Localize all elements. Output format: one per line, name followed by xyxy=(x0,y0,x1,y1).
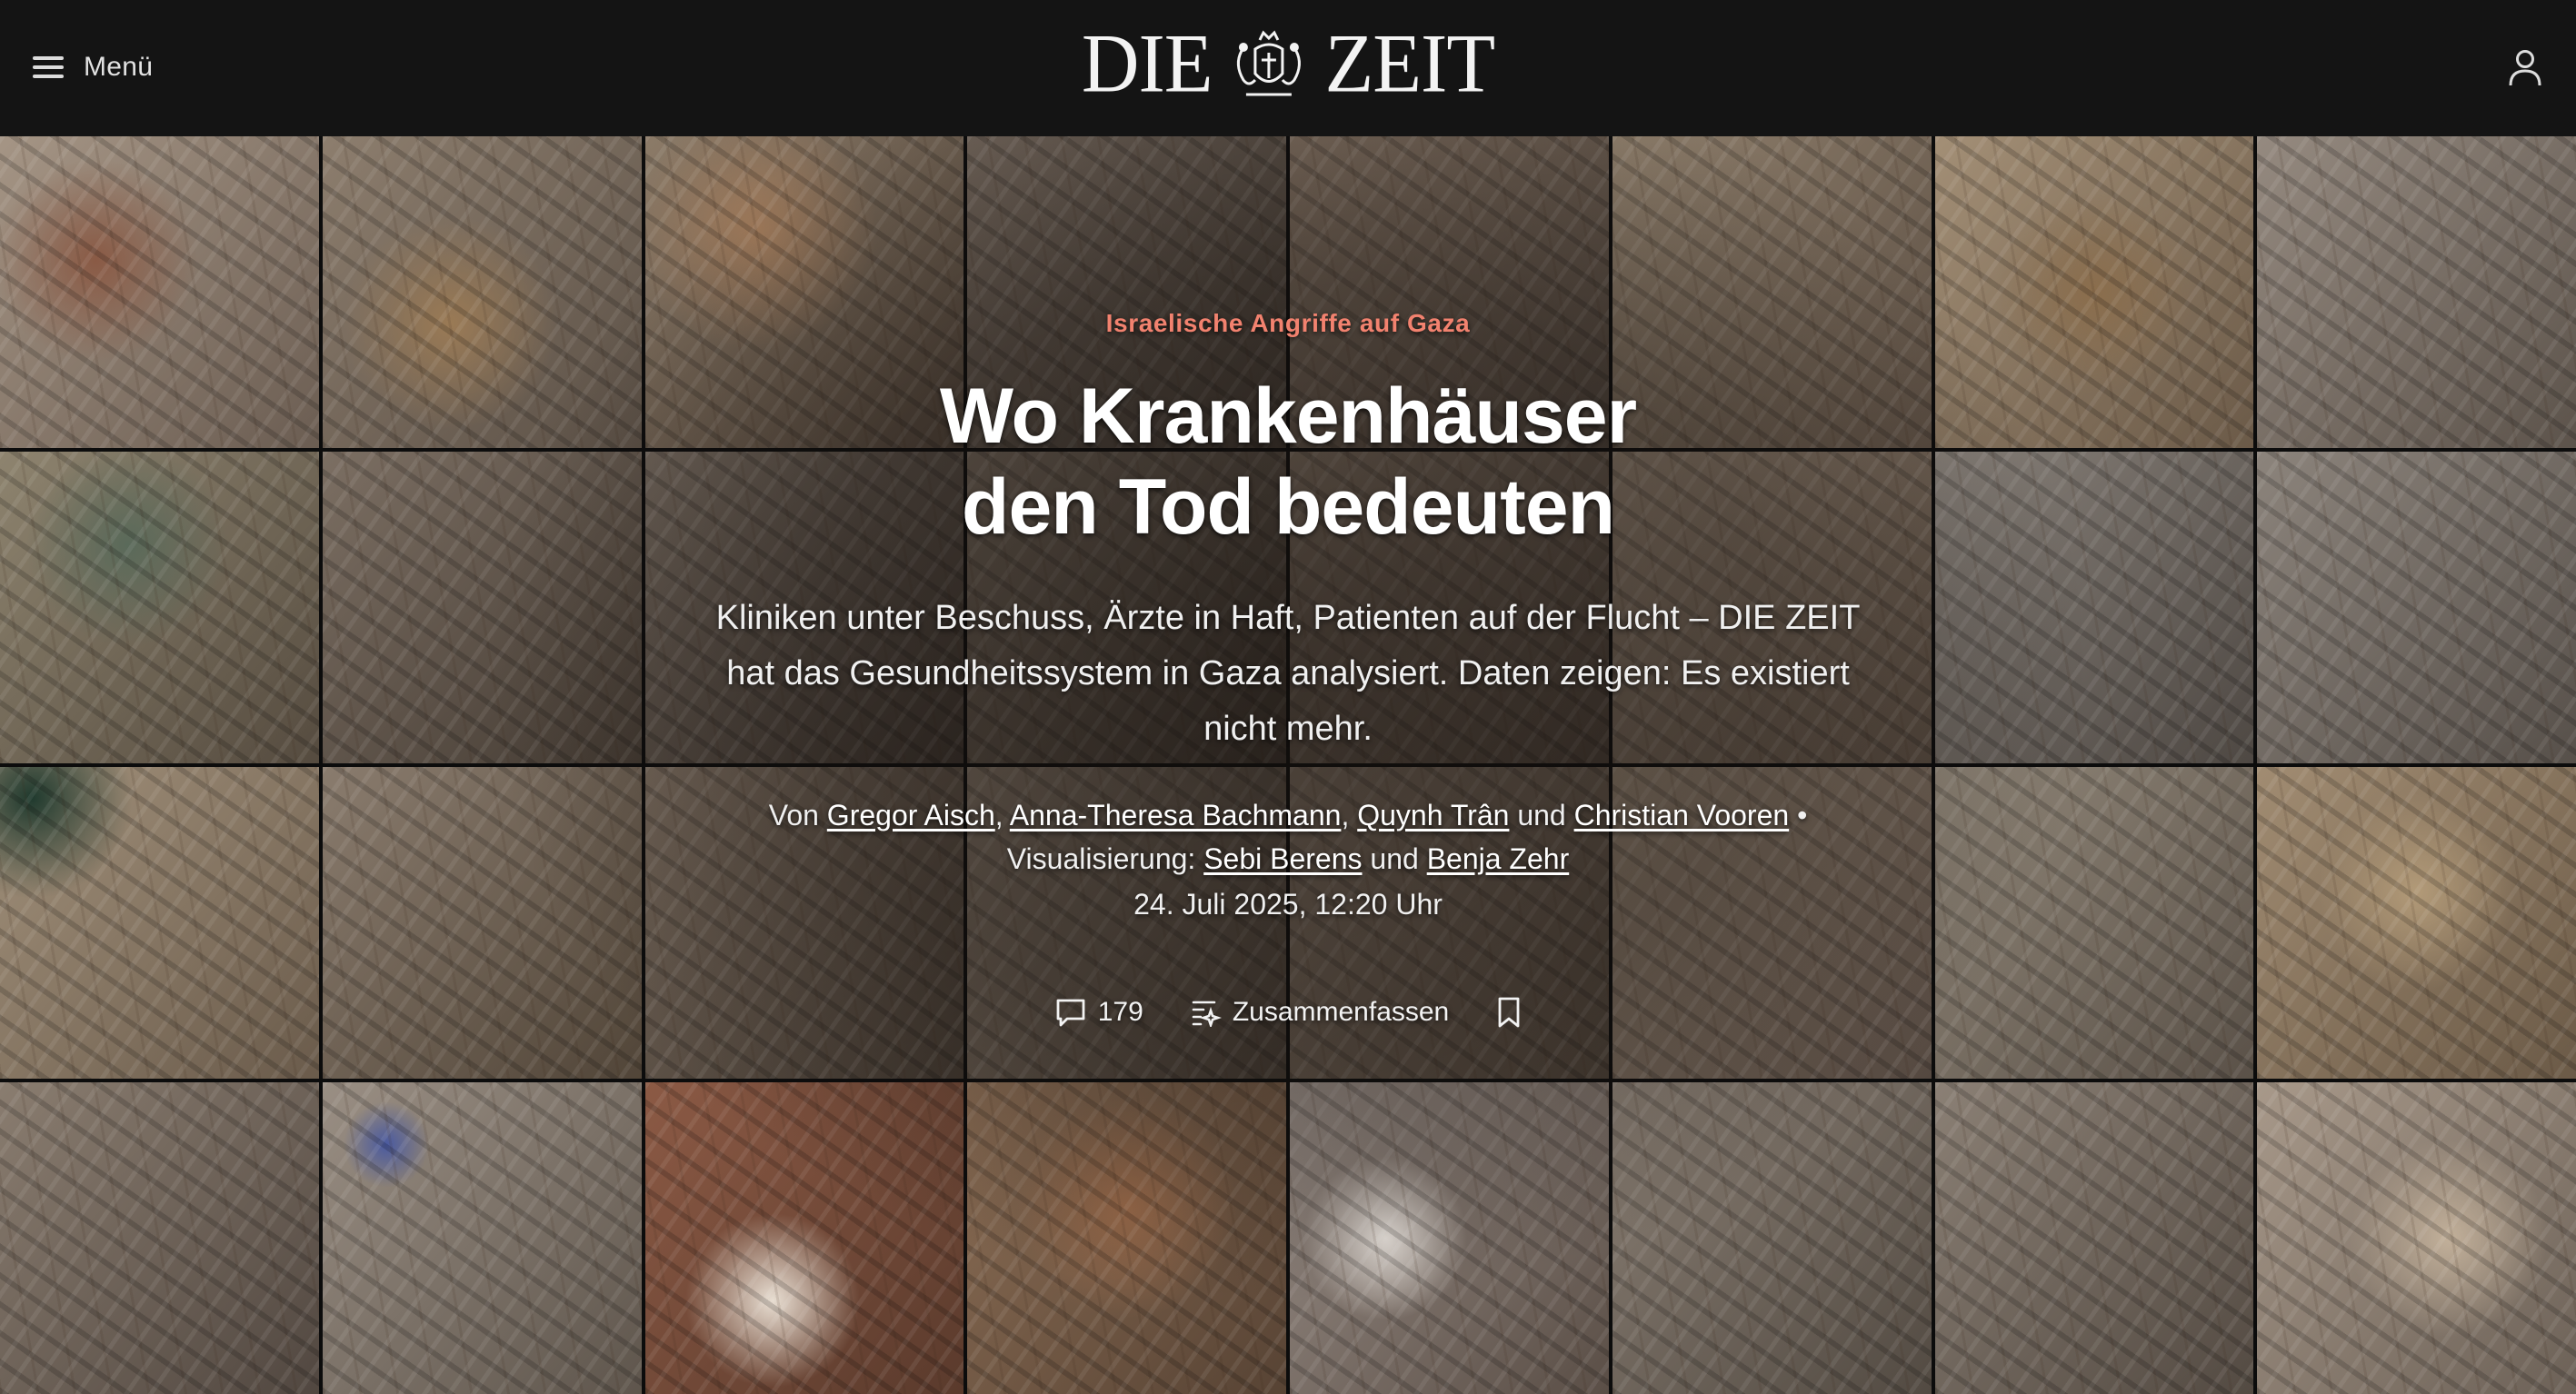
hamburger-icon xyxy=(33,55,64,80)
visualizer-link[interactable]: Benja Zehr xyxy=(1427,842,1570,875)
satellite-tile xyxy=(644,1082,964,1394)
satellite-tile xyxy=(0,767,319,1079)
satellite-tile xyxy=(967,1082,1286,1394)
satellite-tile xyxy=(1934,136,2254,448)
site-logo[interactable]: DIE ZEIT xyxy=(1081,17,1496,111)
menu-label: Menü xyxy=(84,52,154,82)
satellite-tile xyxy=(1934,767,2254,1079)
visualizers-line: Visualisierung: Sebi Berens und Benja Ze… xyxy=(1006,842,1570,875)
satellite-tile xyxy=(0,136,319,448)
comments-count: 179 xyxy=(1097,997,1143,1027)
article-lead: Kliniken unter Beschuss, Ärzte in Haft, … xyxy=(715,599,1861,748)
satellite-tile xyxy=(2257,767,2576,1079)
author-link[interactable]: Quynh Trân xyxy=(1357,799,1509,831)
summarize-icon xyxy=(1192,1001,1222,1027)
visualizer-link[interactable]: Sebi Berens xyxy=(1203,842,1362,875)
byline-prefix: Von xyxy=(768,799,819,831)
viz-prefix: Visualisierung: xyxy=(1006,842,1196,875)
satellite-tile xyxy=(1612,1082,1932,1394)
article-hero: Israelische Angriffe auf Gaza Wo Kranken… xyxy=(652,309,1924,1029)
satellite-tile xyxy=(322,1082,642,1394)
article-kicker: Israelische Angriffe auf Gaza xyxy=(1105,309,1471,337)
publish-date: 24. Juli 2025, 12:20 Uhr xyxy=(1133,888,1443,921)
satellite-tile xyxy=(322,767,642,1079)
article-title-line-1: Wo Krankenhäuser xyxy=(939,373,1637,460)
satellite-tile xyxy=(1290,1082,1609,1394)
bookmark-icon xyxy=(1498,997,1520,1028)
bookmark-button[interactable] xyxy=(1496,996,1522,1029)
satellite-tile xyxy=(0,452,319,763)
comment-icon xyxy=(1056,999,1085,1027)
article-byline: Von Gregor Aisch, Anna-Theresa Bachmann,… xyxy=(652,793,1924,881)
author-link[interactable]: Anna-Theresa Bachmann xyxy=(1010,799,1342,831)
byline-separator-dot: • xyxy=(1797,799,1808,831)
satellite-tile xyxy=(1934,1082,2254,1394)
summarize-button[interactable]: Zusammenfassen xyxy=(1191,997,1449,1028)
satellite-tile xyxy=(2257,1082,2576,1394)
user-icon[interactable] xyxy=(2507,47,2543,87)
satellite-tile xyxy=(322,452,642,763)
author-link[interactable]: Gregor Aisch xyxy=(827,799,995,831)
satellite-tile xyxy=(0,1082,319,1394)
authors-line: Von Gregor Aisch, Anna-Theresa Bachmann,… xyxy=(768,799,1808,831)
comments-button[interactable]: 179 xyxy=(1054,997,1143,1028)
logo-word-right: ZEIT xyxy=(1324,17,1496,111)
menu-button[interactable]: Menü xyxy=(33,52,153,83)
article-title-line-2: den Tod bedeuten xyxy=(961,463,1615,551)
site-header: Menü DIE ZEIT xyxy=(0,0,2576,134)
summarize-label: Zusammenfassen xyxy=(1232,997,1450,1027)
article-actions: 179 Zusammenfassen xyxy=(652,996,1924,1029)
satellite-tile xyxy=(2257,136,2576,448)
satellite-tile xyxy=(1934,452,2254,763)
satellite-tile xyxy=(2257,452,2576,763)
author-link[interactable]: Christian Vooren xyxy=(1574,799,1790,831)
logo-word-left: DIE xyxy=(1081,17,1213,111)
article-title: Wo Krankenhäuser den Tod bedeuten xyxy=(652,371,1924,553)
crest-icon xyxy=(1236,30,1301,96)
satellite-tile xyxy=(322,136,642,448)
